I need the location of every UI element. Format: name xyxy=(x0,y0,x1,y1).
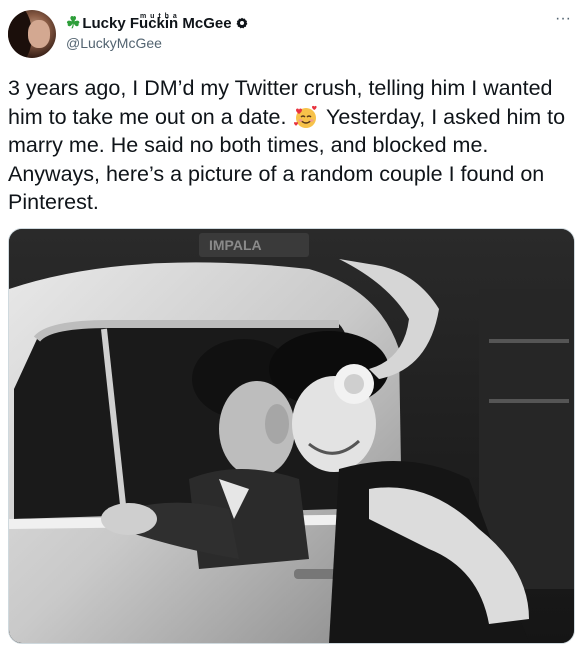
name-superscript: m u t h a xyxy=(140,13,178,20)
profile-avatar[interactable] xyxy=(8,10,56,58)
couple-photo-illustration: IMPALA xyxy=(9,229,574,643)
more-options-button[interactable]: ··· xyxy=(555,11,571,27)
tweet-photo[interactable]: IMPALA xyxy=(8,228,575,644)
display-name-prefix: Lucky xyxy=(82,14,130,32)
impala-sign-text: IMPALA xyxy=(209,237,262,253)
user-handle[interactable]: @LuckyMcGee xyxy=(66,35,162,51)
shamrock-icon: ☘ xyxy=(66,15,81,32)
tweet-text: 3 years ago, I DM’d my Twitter crush, te… xyxy=(8,74,574,217)
avatar-face xyxy=(28,20,50,48)
display-name-suffix: McGee xyxy=(178,14,232,32)
smiling-face-with-hearts-icon xyxy=(294,105,318,128)
verified-badge-icon xyxy=(236,17,247,29)
